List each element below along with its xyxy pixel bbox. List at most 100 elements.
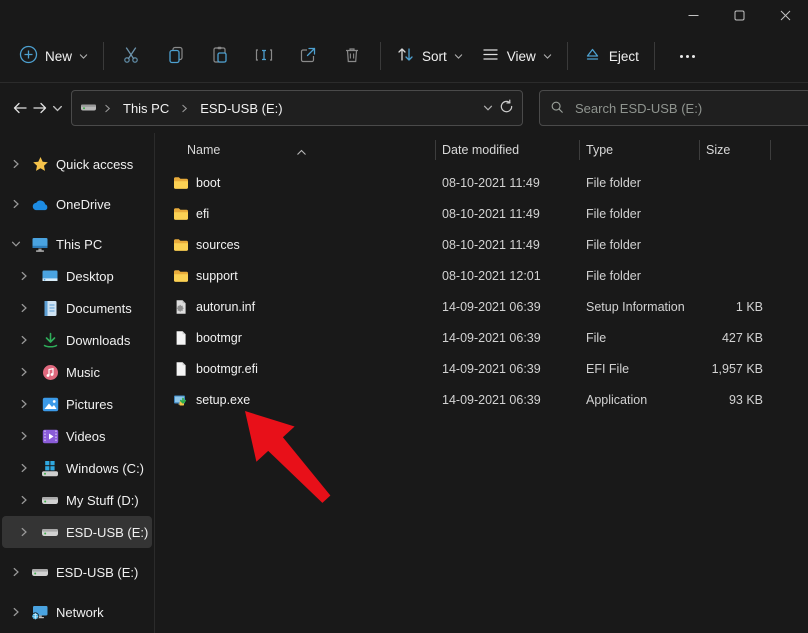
sidebar-item-label: This PC [56, 237, 102, 252]
file-type: File [579, 331, 699, 345]
sidebar-item-esd-usb-e[interactable]: ESD-USB (E:) [2, 556, 152, 588]
sort-button[interactable]: Sort [387, 38, 472, 74]
sidebar-item-label: Desktop [66, 269, 114, 284]
sidebar-item-windows-c[interactable]: Windows (C:) [2, 452, 152, 484]
chevron-right-icon[interactable] [18, 303, 30, 313]
eject-button-label: Eject [609, 49, 639, 64]
file-row-autorun-inf[interactable]: autorun.inf14-09-2021 06:39Setup Informa… [155, 291, 808, 322]
sort-icon [396, 45, 415, 67]
sidebar-item-desktop[interactable]: Desktop [2, 260, 152, 292]
sidebar-item-esd-usb-e[interactable]: ESD-USB (E:) [2, 516, 152, 548]
address-bar[interactable]: This PC ESD-USB (E:) [71, 90, 523, 126]
copy-button[interactable] [154, 38, 198, 75]
command-toolbar: New Sort View [0, 30, 808, 83]
sidebar-item-downloads[interactable]: Downloads [2, 324, 152, 356]
chevron-right-icon[interactable] [10, 159, 22, 169]
sidebar-item-music[interactable]: Music [2, 356, 152, 388]
chevron-right-icon[interactable] [18, 271, 30, 281]
toolbar-divider [567, 42, 568, 70]
network-icon [31, 603, 49, 621]
setup-info-icon [173, 299, 189, 315]
paste-button[interactable] [198, 38, 242, 75]
drive-icon [31, 563, 49, 581]
column-header-type[interactable]: Type [579, 143, 699, 157]
sidebar-item-pictures[interactable]: Pictures [2, 388, 152, 420]
sidebar-item-label: My Stuff (D:) [66, 493, 139, 508]
close-icon [780, 10, 791, 21]
file-row-efi[interactable]: efi08-10-2021 11:49File folder [155, 198, 808, 229]
chevron-right-icon[interactable] [18, 527, 30, 537]
share-button[interactable] [286, 38, 330, 75]
sidebar-item-label: Music [66, 365, 100, 380]
cut-icon [122, 45, 142, 68]
cut-button[interactable] [110, 38, 154, 75]
documents-icon [41, 299, 59, 317]
pictures-icon [41, 395, 59, 413]
sort-ascending-icon [296, 145, 307, 159]
file-row-bootmgr[interactable]: bootmgr14-09-2021 06:39File427 KB [155, 322, 808, 353]
chevron-right-icon[interactable] [10, 607, 22, 617]
sidebar-item-videos[interactable]: Videos [2, 420, 152, 452]
chevron-right-icon[interactable] [18, 399, 30, 409]
back-button[interactable] [12, 93, 28, 123]
chevron-right-icon[interactable] [10, 567, 22, 577]
toolbar-divider [380, 42, 381, 70]
maximize-button[interactable] [716, 0, 762, 30]
plus-circle-icon [19, 45, 38, 67]
file-row-support[interactable]: support08-10-2021 12:01File folder [155, 260, 808, 291]
see-more-button[interactable] [661, 48, 714, 65]
chevron-right-icon[interactable] [18, 431, 30, 441]
new-button[interactable]: New [10, 38, 97, 74]
column-header-date-modified[interactable]: Date modified [435, 143, 579, 157]
chevron-right-icon[interactable] [18, 495, 30, 505]
file-type: File folder [579, 238, 699, 252]
eject-button[interactable]: Eject [574, 38, 648, 74]
address-dropdown-icon[interactable] [483, 101, 493, 116]
view-icon [481, 45, 500, 67]
sidebar-item-label: ESD-USB (E:) [66, 525, 148, 540]
application-icon [173, 392, 189, 408]
delete-button[interactable] [330, 38, 374, 75]
file-type: Setup Information [579, 300, 699, 314]
breadcrumb-esd-usb[interactable]: ESD-USB (E:) [195, 98, 287, 119]
sidebar-item-onedrive[interactable]: OneDrive [2, 188, 152, 220]
sidebar: Quick access OneDrive This PC Desktop Docume… [0, 133, 155, 633]
content-area: Quick access OneDrive This PC Desktop Docume… [0, 133, 808, 633]
onedrive-icon [31, 195, 49, 213]
view-button[interactable]: View [472, 38, 561, 74]
refresh-button[interactable] [499, 99, 514, 118]
recent-locations-button[interactable] [52, 93, 63, 123]
file-date-modified: 08-10-2021 11:49 [435, 207, 579, 221]
chevron-right-icon[interactable] [18, 463, 30, 473]
eject-icon [583, 45, 602, 67]
column-header-size[interactable]: Size [699, 143, 771, 157]
breadcrumb-separator-icon [180, 101, 189, 116]
file-row-sources[interactable]: sources08-10-2021 11:49File folder [155, 229, 808, 260]
list-header: Name Date modified Type Size [155, 133, 808, 167]
breadcrumb-this-pc[interactable]: This PC [118, 98, 174, 119]
sidebar-item-this-pc[interactable]: This PC [2, 228, 152, 260]
rename-button[interactable] [242, 38, 286, 75]
minimize-button[interactable] [670, 0, 716, 30]
close-button[interactable] [762, 0, 808, 30]
file-icon [173, 330, 189, 346]
file-row-bootmgr-efi[interactable]: bootmgr.efi14-09-2021 06:39EFI File1,957… [155, 353, 808, 384]
sidebar-item-documents[interactable]: Documents [2, 292, 152, 324]
sidebar-item-network[interactable]: Network [2, 596, 152, 628]
forward-button[interactable] [32, 93, 48, 123]
sidebar-item-label: Windows (C:) [66, 461, 144, 476]
copy-icon [166, 45, 186, 68]
file-row-setup-exe[interactable]: setup.exe14-09-2021 06:39Application93 K… [155, 384, 808, 415]
file-row-boot[interactable]: boot08-10-2021 11:49File folder [155, 167, 808, 198]
chevron-right-icon[interactable] [18, 335, 30, 345]
chevron-down-icon[interactable] [10, 239, 22, 249]
sidebar-item-quick-access[interactable]: Quick access [2, 148, 152, 180]
search-input[interactable] [573, 100, 800, 117]
downloads-icon [41, 331, 59, 349]
chevron-right-icon[interactable] [18, 367, 30, 377]
file-list: boot08-10-2021 11:49File folderefi08-10-… [155, 167, 808, 415]
chevron-right-icon[interactable] [10, 199, 22, 209]
sidebar-item-label: Documents [66, 301, 132, 316]
column-header-name[interactable]: Name [155, 143, 435, 157]
sidebar-item-my-stuff-d[interactable]: My Stuff (D:) [2, 484, 152, 516]
